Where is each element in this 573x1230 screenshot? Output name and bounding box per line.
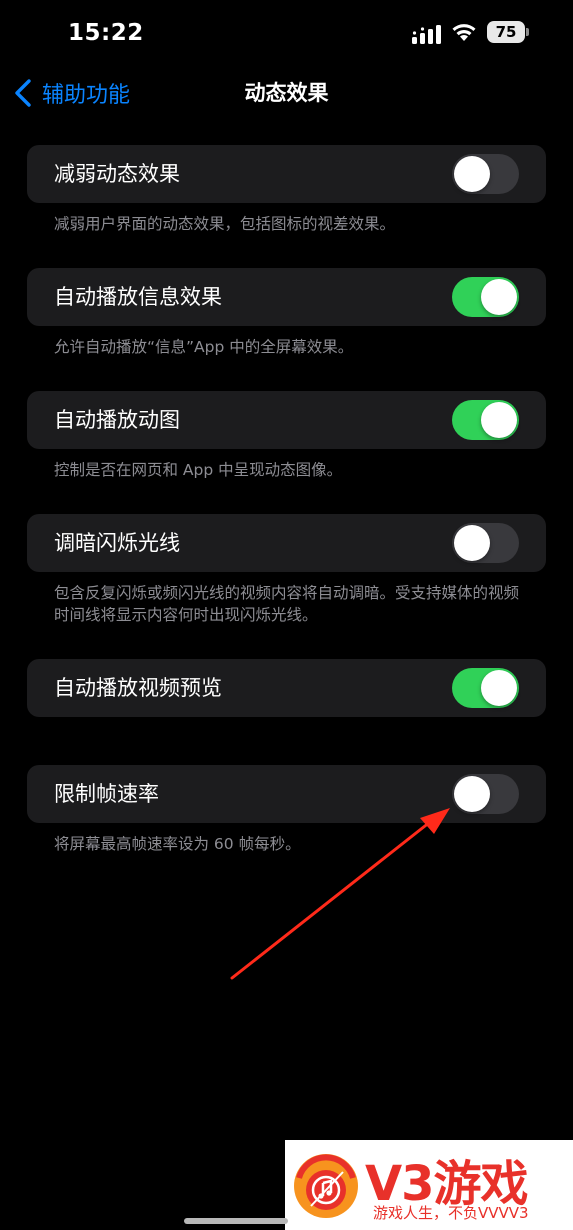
setting-cell: 减弱动态效果 — [27, 145, 546, 203]
status-time: 15:22 — [68, 20, 144, 46]
setting-dim-flashing-lights: 调暗闪烁光线 包含反复闪烁或频闪光线的视频内容将自动调暗。受支持媒体的视频时间线… — [27, 514, 546, 626]
auto-play-video-previews-toggle[interactable] — [452, 668, 519, 708]
limit-frame-rate-toggle[interactable] — [452, 774, 519, 814]
watermark-slogan: 游戏人生，不负VVVV3 — [373, 1204, 529, 1222]
watermark: V3游戏 游戏人生，不负VVVV3 — [285, 1140, 573, 1230]
annotation-arrow-icon — [230, 808, 450, 980]
setting-label: 自动播放动图 — [54, 408, 180, 432]
setting-footer: 控制是否在网页和 App 中呈现动态图像。 — [54, 461, 343, 479]
setting-auto-play-message-effects: 自动播放信息效果 允许自动播放“信息”App 中的全屏幕效果。 — [27, 268, 546, 358]
home-indicator[interactable] — [184, 1218, 288, 1224]
battery-icon: 75 — [487, 21, 529, 43]
auto-play-animated-images-toggle[interactable] — [452, 400, 519, 440]
navigation-bar: 辅助功能 动态效果 — [0, 70, 573, 116]
setting-cell: 调暗闪烁光线 — [27, 514, 546, 572]
auto-play-message-effects-toggle[interactable] — [452, 277, 519, 317]
setting-label: 调暗闪烁光线 — [54, 531, 180, 555]
setting-auto-play-video-previews: 自动播放视频预览 — [27, 659, 546, 717]
setting-reduce-motion: 减弱动态效果 减弱用户界面的动态效果，包括图标的视差效果。 — [27, 145, 546, 235]
setting-cell: 自动播放信息效果 — [27, 268, 546, 326]
setting-label: 减弱动态效果 — [54, 162, 180, 186]
v3-game-logo-icon — [294, 1154, 358, 1218]
reduce-motion-toggle[interactable] — [452, 154, 519, 194]
setting-footer: 包含反复闪烁或频闪光线的视频内容将自动调暗。受支持媒体的视频时间线将显示内容何时… — [54, 584, 520, 624]
setting-footer: 允许自动播放“信息”App 中的全屏幕效果。 — [54, 338, 354, 356]
setting-footer: 减弱用户界面的动态效果，包括图标的视差效果。 — [54, 215, 396, 233]
page-title: 动态效果 — [244, 81, 329, 105]
cellular-signal-icon — [412, 25, 441, 44]
status-bar: 15:22 75 — [0, 0, 573, 70]
dim-flashing-lights-toggle[interactable] — [452, 523, 519, 563]
battery-level: 75 — [487, 21, 525, 43]
setting-auto-play-animated-images: 自动播放动图 控制是否在网页和 App 中呈现动态图像。 — [27, 391, 546, 481]
setting-label: 自动播放信息效果 — [54, 285, 222, 309]
setting-label: 自动播放视频预览 — [54, 676, 222, 700]
setting-cell: 自动播放视频预览 — [27, 659, 546, 717]
wifi-icon — [452, 24, 476, 41]
setting-cell: 自动播放动图 — [27, 391, 546, 449]
setting-label: 限制帧速率 — [54, 782, 159, 806]
